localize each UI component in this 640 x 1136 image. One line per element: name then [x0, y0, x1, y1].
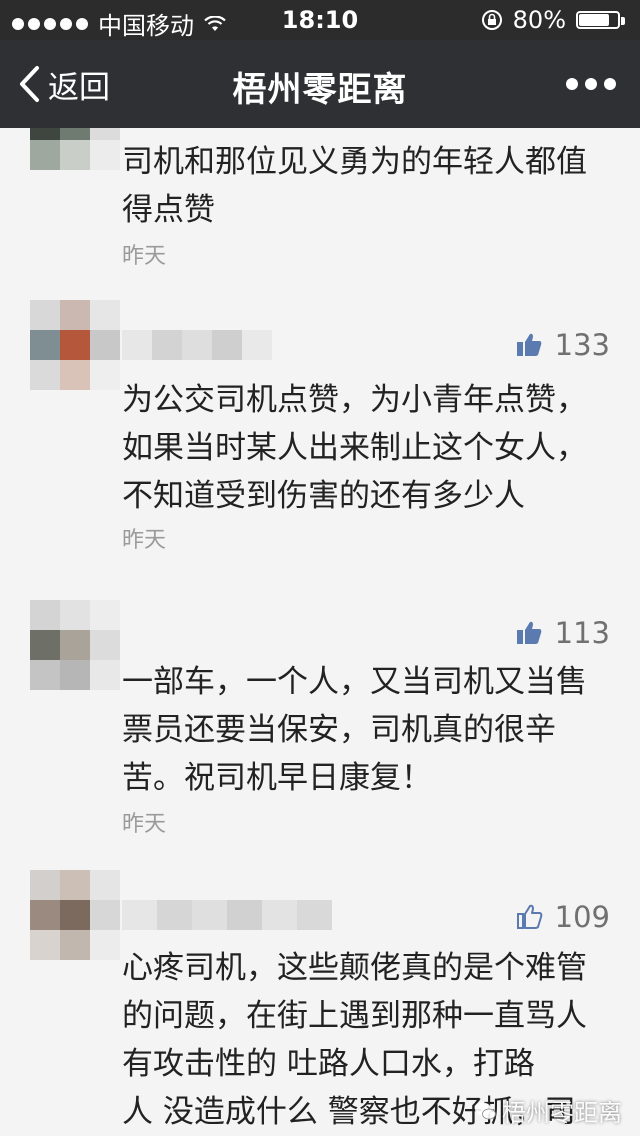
avatar[interactable]	[30, 300, 120, 390]
status-right: 80%	[481, 6, 628, 34]
battery-percent: 80%	[512, 6, 566, 34]
watermark-label: 梧州零距离	[502, 1099, 622, 1127]
comment-time: 昨天	[122, 244, 167, 269]
nav-bar: 返回 梧州零距离	[0, 40, 640, 128]
like-count: 113	[554, 616, 610, 650]
like-count: 109	[554, 900, 610, 934]
avatar[interactable]	[30, 128, 120, 170]
comment-text: 司机和那位见义勇为的年轻人都值 得点赞	[122, 144, 587, 228]
thumbs-up-icon	[516, 333, 541, 356]
watermark: 梧州零距离	[474, 1093, 622, 1128]
comment-list: 司机和那位见义勇为的年轻人都值 得点赞 昨天 133 为公交司机点赞，为小青年点…	[0, 128, 640, 1136]
page-title: 梧州零距离	[232, 70, 408, 110]
like-button[interactable]: 133	[515, 328, 610, 362]
status-bar: 中国移动 18:10 80%	[0, 0, 640, 40]
like-button[interactable]: 113	[515, 616, 610, 650]
comment-time: 昨天	[122, 812, 167, 837]
nickname-blurred	[122, 330, 272, 360]
comment-time: 昨天	[122, 528, 167, 553]
comment-text: 一部车，一个人，又当司机又当售 票员还要当保安，司机真的很辛 苦。祝司机早日康复…	[122, 664, 587, 796]
thumbs-up-icon	[516, 621, 541, 644]
wechat-logo-icon	[475, 1102, 496, 1119]
comment-text: 为公交司机点赞，为小青年点赞， 如果当时某人出来制止这个女人， 不知道受到伤害的…	[122, 382, 587, 514]
like-button[interactable]: 109	[515, 900, 610, 934]
like-count: 133	[554, 328, 610, 362]
avatar[interactable]	[30, 870, 120, 960]
thumbs-up-icon	[516, 904, 542, 929]
nickname-blurred	[122, 900, 332, 930]
rotation-lock-icon	[481, 10, 502, 30]
more-dots-icon[interactable]	[566, 78, 616, 90]
battery-icon	[576, 9, 628, 31]
avatar[interactable]	[30, 600, 120, 690]
